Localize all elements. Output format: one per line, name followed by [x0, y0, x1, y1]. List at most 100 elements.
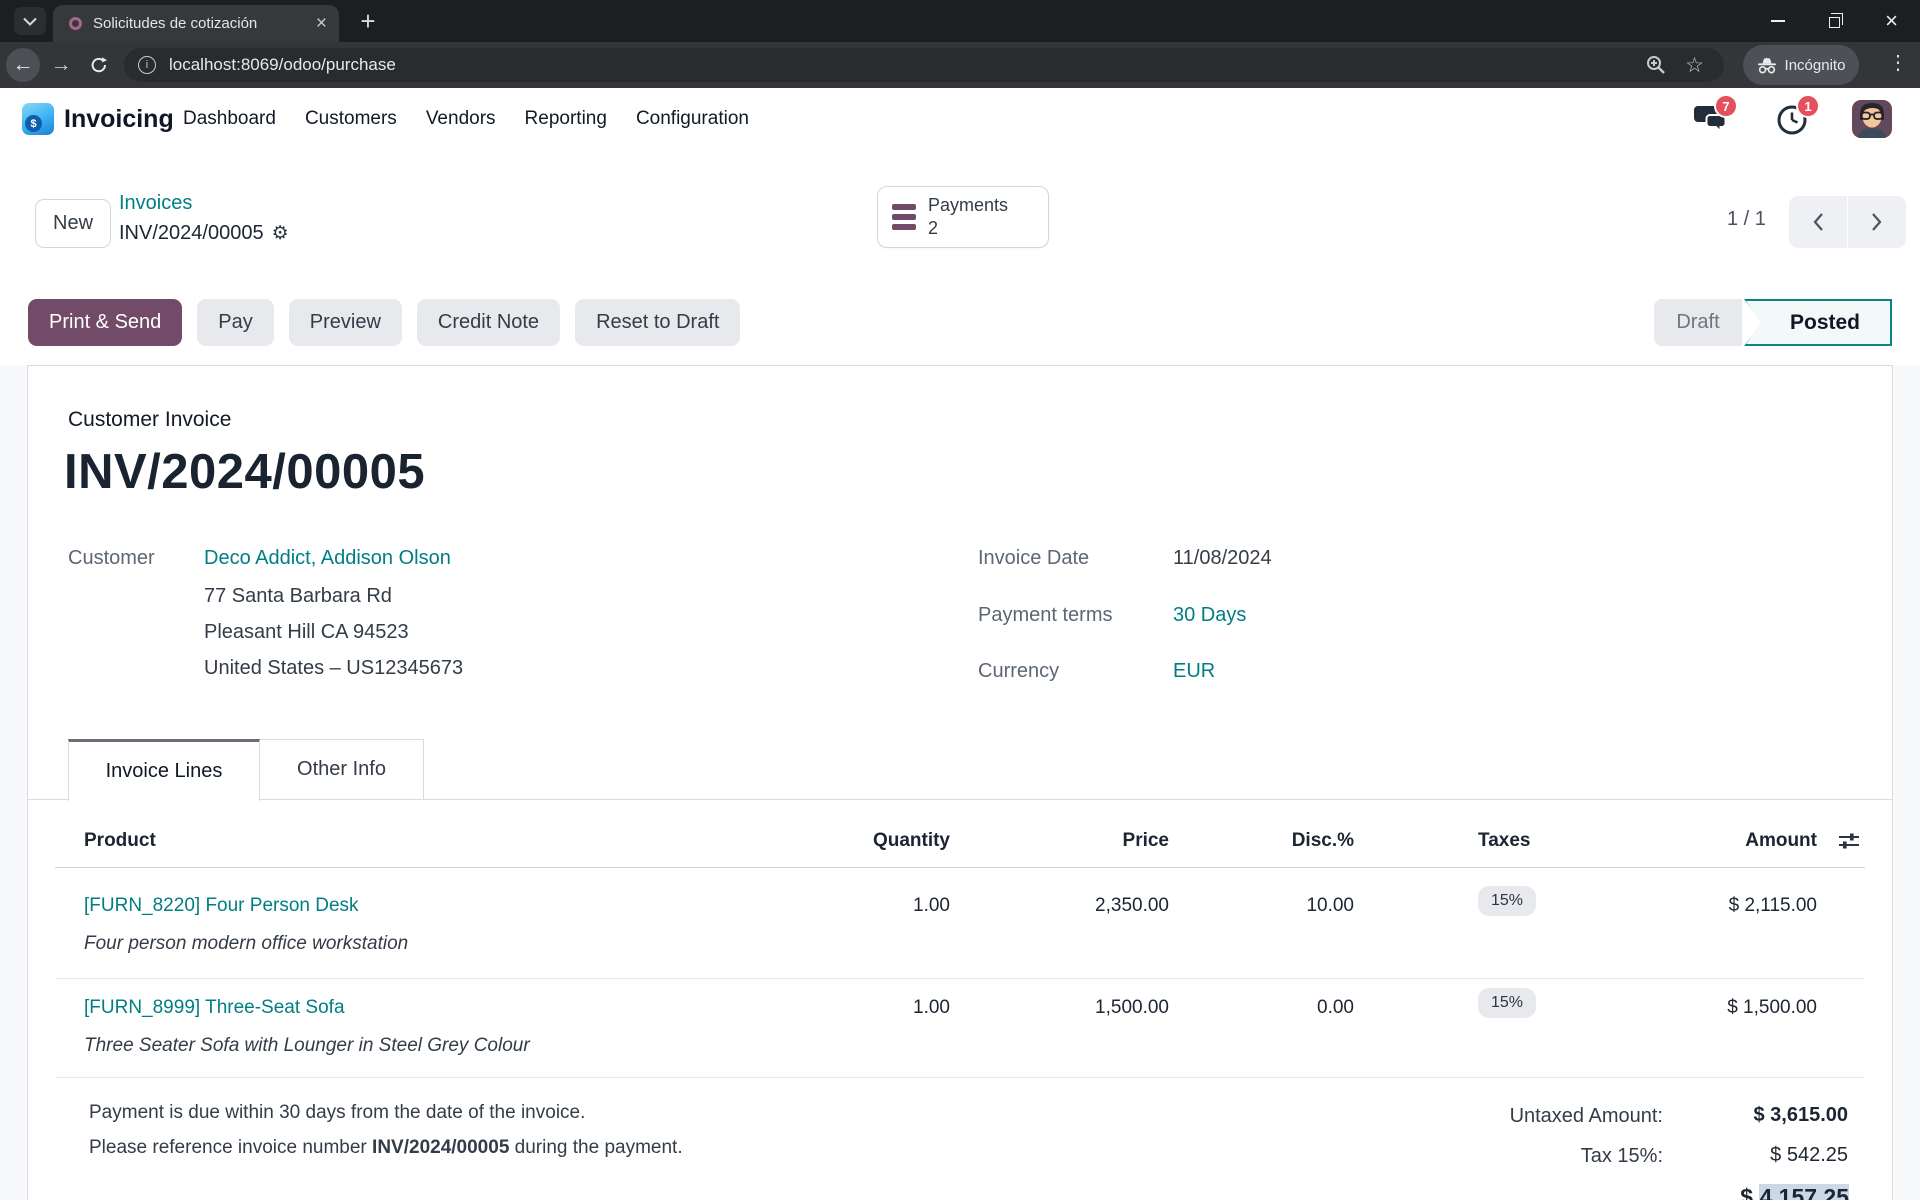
invoice-date-label: Invoice Date: [978, 547, 1089, 570]
tab-invoice-lines[interactable]: Invoice Lines: [68, 739, 260, 801]
browser-window: Solicitudes de cotización × + × ← → i lo…: [0, 0, 1920, 1200]
back-button[interactable]: ←: [6, 48, 40, 82]
tab-close-icon[interactable]: ×: [316, 14, 327, 33]
note-prefix: Please reference invoice number: [89, 1137, 372, 1158]
window-close-button[interactable]: ×: [1863, 0, 1920, 42]
menu-customers[interactable]: Customers: [305, 108, 397, 130]
total-amount-highlighted: 4,157.25: [1759, 1184, 1849, 1200]
untaxed-amount-label: Untaxed Amount:: [1400, 1105, 1663, 1128]
col-header-quantity[interactable]: Quantity: [750, 830, 950, 852]
close-icon: ×: [1885, 10, 1898, 32]
tab-title: Solicitudes de cotización: [93, 15, 308, 32]
incognito-label: Incógnito: [1785, 57, 1846, 74]
pager-counter: 1 / 1: [1727, 208, 1766, 231]
activities-button[interactable]: 1: [1776, 102, 1810, 136]
optional-columns-button[interactable]: [1838, 831, 1860, 851]
reload-button[interactable]: [82, 48, 116, 82]
col-header-price[interactable]: Price: [969, 830, 1169, 852]
messages-button[interactable]: 7: [1694, 102, 1728, 136]
incognito-icon: [1757, 57, 1777, 74]
price-cell[interactable]: 1,500.00: [969, 997, 1169, 1019]
customer-name-link[interactable]: Deco Addict, Addison Olson: [204, 547, 451, 570]
total-currency: $: [1740, 1184, 1753, 1200]
site-info-icon[interactable]: i: [138, 56, 156, 74]
preview-button[interactable]: Preview: [289, 299, 402, 346]
pager-previous-button[interactable]: [1789, 196, 1847, 248]
tax-cell[interactable]: 15%: [1478, 886, 1536, 916]
tab-other-info[interactable]: Other Info: [260, 739, 424, 800]
new-tab-button[interactable]: +: [352, 5, 384, 37]
quantity-cell[interactable]: 1.00: [750, 997, 950, 1019]
product-link[interactable]: [FURN_8220] Four Person Desk: [84, 895, 359, 917]
journal-entries-icon: [892, 204, 916, 230]
reset-to-draft-button[interactable]: Reset to Draft: [575, 299, 740, 346]
app-name[interactable]: Invoicing: [64, 105, 174, 134]
window-restore-button[interactable]: [1806, 0, 1863, 42]
menu-reporting[interactable]: Reporting: [525, 108, 607, 130]
browser-tab[interactable]: Solicitudes de cotización ×: [53, 5, 339, 42]
col-header-taxes[interactable]: Taxes: [1478, 830, 1530, 852]
window-minimize-button[interactable]: [1749, 0, 1806, 42]
product-description[interactable]: Four person modern office workstation: [84, 933, 408, 955]
user-avatar[interactable]: [1852, 100, 1892, 138]
payments-count: 2: [928, 218, 1008, 239]
note-suffix: during the payment.: [509, 1137, 682, 1158]
dollar-icon: $: [25, 115, 42, 132]
payment-terms-label: Payment terms: [978, 604, 1112, 627]
grand-total-value: $ 4,157.25: [1400, 1184, 1849, 1200]
col-header-product[interactable]: Product: [84, 830, 156, 852]
bookmark-star-icon[interactable]: ☆: [1685, 55, 1704, 76]
restore-icon: [1829, 17, 1840, 28]
pager-next-button[interactable]: [1848, 196, 1906, 248]
zoom-icon[interactable]: [1645, 54, 1667, 76]
tax-badge: 15%: [1478, 988, 1536, 1018]
invoicing-app-icon[interactable]: $: [22, 103, 54, 135]
price-cell[interactable]: 2,350.00: [969, 895, 1169, 917]
print-send-button[interactable]: Print & Send: [28, 299, 182, 346]
chevron-down-icon: [23, 17, 37, 26]
payment-terms-value[interactable]: 30 Days: [1173, 604, 1246, 627]
payments-smart-button[interactable]: Payments 2: [877, 186, 1049, 248]
currency-label: Currency: [978, 660, 1059, 683]
breadcrumb-invoices-link[interactable]: Invoices: [119, 192, 289, 214]
tax-total-label: Tax 15%:: [1400, 1145, 1663, 1168]
invoice-date-value[interactable]: 11/08/2024: [1173, 547, 1272, 570]
status-draft[interactable]: Draft: [1654, 299, 1742, 346]
statusbar: Draft Posted: [1654, 299, 1892, 346]
col-header-amount[interactable]: Amount: [1617, 830, 1817, 852]
payment-terms-note-line1[interactable]: Payment is due within 30 days from the d…: [89, 1102, 585, 1124]
menu-vendors[interactable]: Vendors: [426, 108, 496, 130]
menu-configuration[interactable]: Configuration: [636, 108, 749, 130]
untaxed-amount-value: $ 3,615.00: [1648, 1104, 1848, 1127]
tab-search-button[interactable]: [14, 7, 46, 35]
quantity-cell[interactable]: 1.00: [750, 895, 950, 917]
browser-tabstrip: Solicitudes de cotización × + ×: [0, 0, 1920, 42]
col-header-discount[interactable]: Disc.%: [1154, 830, 1354, 852]
product-description[interactable]: Three Seater Sofa with Lounger in Steel …: [84, 1035, 530, 1057]
product-link[interactable]: [FURN_8999] Three-Seat Sofa: [84, 997, 345, 1019]
new-button[interactable]: New: [35, 199, 111, 248]
currency-value[interactable]: EUR: [1173, 660, 1215, 683]
menu-dashboard[interactable]: Dashboard: [183, 108, 276, 130]
row-divider: [55, 978, 1865, 979]
tab-favicon-icon: [69, 17, 82, 30]
address-bar[interactable]: i localhost:8069/odoo/purchase ☆: [124, 48, 1724, 82]
discount-cell[interactable]: 0.00: [1154, 997, 1354, 1019]
status-button-bar: Print & Send Pay Preview Credit Note Res…: [0, 298, 1920, 348]
discount-cell[interactable]: 10.00: [1154, 895, 1354, 917]
browser-menu-icon[interactable]: ⋮: [1888, 50, 1908, 75]
tax-total-value: $ 542.25: [1648, 1144, 1848, 1167]
customer-label: Customer: [68, 547, 155, 570]
payment-terms-note-line2[interactable]: Please reference invoice number INV/2024…: [89, 1137, 683, 1159]
status-posted[interactable]: Posted: [1744, 299, 1892, 346]
breadcrumb: Invoices INV/2024/00005 ⚙: [119, 192, 289, 245]
customer-address-line3: United States – US12345673: [204, 657, 463, 680]
status-posted-label: Posted: [1744, 299, 1892, 346]
forward-button[interactable]: →: [44, 48, 78, 82]
gear-icon[interactable]: ⚙: [272, 224, 289, 243]
tax-cell[interactable]: 15%: [1478, 988, 1536, 1018]
url-text[interactable]: localhost:8069/odoo/purchase: [169, 55, 1645, 75]
credit-note-button[interactable]: Credit Note: [417, 299, 560, 346]
tax-badge: 15%: [1478, 886, 1536, 916]
pay-button[interactable]: Pay: [197, 299, 273, 346]
